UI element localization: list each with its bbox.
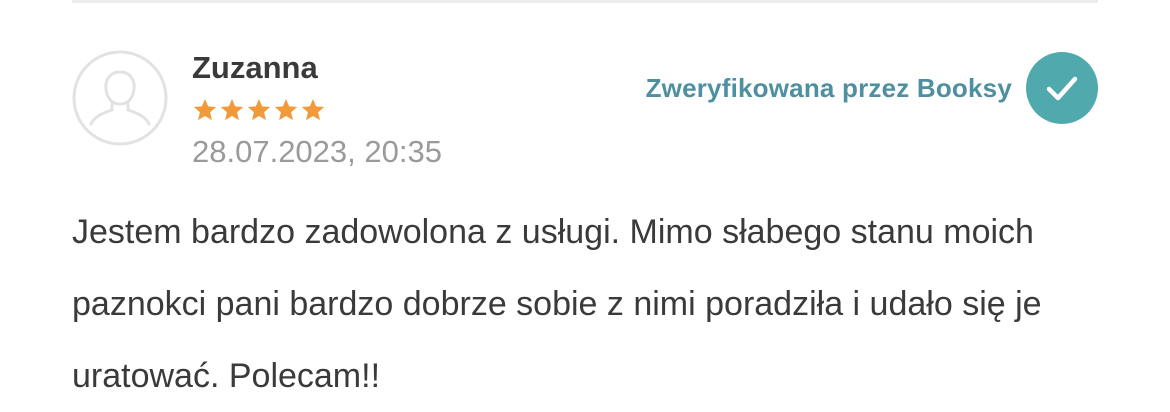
star-icon <box>220 98 244 121</box>
review-text: Jestem bardzo zadowolona z usługi. Mimo … <box>72 213 1042 395</box>
review-author: Zuzanna <box>192 50 318 85</box>
star-icon <box>274 98 298 121</box>
verified-label: Zweryfikowana przez Booksy <box>645 72 1012 103</box>
rating-stars <box>192 97 326 125</box>
user-avatar-icon <box>72 50 168 146</box>
review-date: 28.07.2023, 20:35 <box>192 134 442 169</box>
star-icon <box>247 98 271 121</box>
check-circle-icon <box>1026 52 1098 124</box>
verified-indicator: Zweryfikowana przez Booksy <box>646 52 1098 124</box>
top-divider <box>72 0 1098 3</box>
star-icon <box>301 98 325 121</box>
star-icon <box>193 98 217 121</box>
